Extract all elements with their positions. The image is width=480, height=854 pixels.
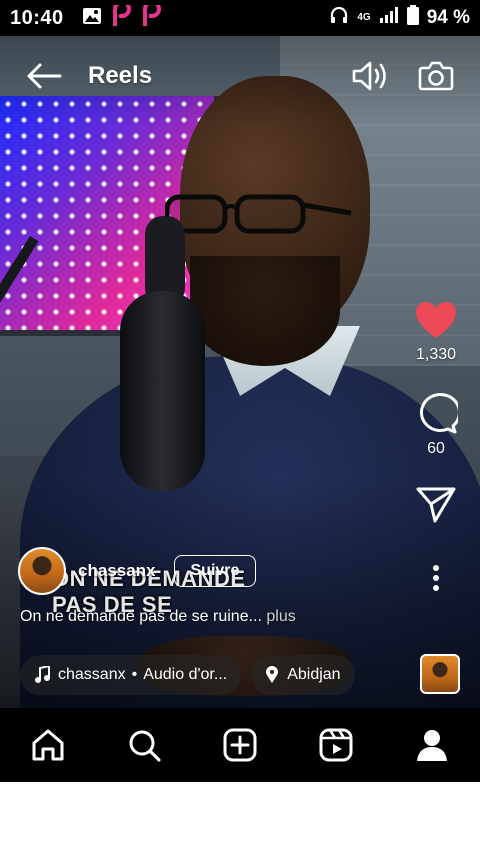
nav-profile[interactable] xyxy=(408,721,456,769)
audio-thumbnail[interactable] xyxy=(420,654,460,694)
author-row: chassanx Suivre xyxy=(18,546,257,596)
caption-text: On ne demande pas de se ruine... xyxy=(20,608,262,625)
send-icon[interactable] xyxy=(415,486,457,524)
battery-icon xyxy=(406,5,419,31)
more-vertical-icon xyxy=(433,565,439,591)
location-pin-icon xyxy=(266,666,279,683)
more-options[interactable] xyxy=(431,564,441,592)
bottom-nav xyxy=(0,708,480,782)
picsart-icon-2 xyxy=(142,0,162,32)
nav-home[interactable] xyxy=(24,721,72,769)
caption[interactable]: On ne demande pas de se ruine... plus xyxy=(20,608,296,626)
username[interactable]: chassanx xyxy=(78,561,156,581)
speaker-icon xyxy=(352,61,386,91)
audio-user: chassanx xyxy=(58,666,126,683)
comment-icon[interactable] xyxy=(414,392,458,434)
microphone xyxy=(120,291,205,491)
reels-icon xyxy=(319,728,353,762)
audio-location-row: chassanx • Audio d'or... Abidjan xyxy=(20,655,355,695)
headphones-icon xyxy=(329,5,349,31)
music-note-icon xyxy=(35,666,50,683)
nav-create[interactable] xyxy=(216,721,264,769)
signal-icon xyxy=(379,6,399,30)
heart-icon[interactable] xyxy=(414,300,458,340)
glasses xyxy=(165,194,352,234)
reels-header: Reels xyxy=(0,44,480,108)
avatar[interactable] xyxy=(18,547,66,595)
picsart-icon xyxy=(112,0,132,32)
home-icon xyxy=(32,729,64,761)
gallery-icon xyxy=(82,7,102,30)
camera-icon xyxy=(418,61,454,91)
search-icon xyxy=(129,730,161,762)
comment-action: 60 xyxy=(414,392,458,458)
caption-more[interactable]: plus xyxy=(262,608,295,625)
sound-button[interactable] xyxy=(350,56,390,96)
person-beard xyxy=(190,256,340,366)
status-time: 10:40 xyxy=(10,6,64,29)
arrow-left-icon xyxy=(27,63,62,89)
audio-pill[interactable]: chassanx • Audio d'or... xyxy=(20,655,242,695)
network-type: 4G xyxy=(357,12,371,23)
reel-actions: 1,330 60 xyxy=(408,300,464,592)
camera-button[interactable] xyxy=(416,56,456,96)
like-action: 1,330 xyxy=(414,300,458,364)
page-title: Reels xyxy=(88,62,153,89)
status-bar: 10:40 4G 94 % xyxy=(0,0,480,36)
reels-screen: 10:40 4G 94 % Reels 1,330 60 ON NE DEMAN… xyxy=(0,0,480,854)
notification-icons xyxy=(82,0,162,32)
audio-separator: • xyxy=(131,666,138,683)
back-button[interactable] xyxy=(24,56,64,96)
battery-level: 94 % xyxy=(426,7,470,28)
location-pill[interactable]: Abidjan xyxy=(251,655,355,695)
comment-count[interactable]: 60 xyxy=(427,440,445,458)
audio-title: Audio d'or... xyxy=(143,666,228,683)
nav-search[interactable] xyxy=(120,721,168,769)
profile-icon xyxy=(417,730,447,761)
like-count[interactable]: 1,330 xyxy=(416,346,456,364)
share-action xyxy=(415,486,457,524)
status-right: 4G 94 % xyxy=(329,5,470,31)
follow-button[interactable]: Suivre xyxy=(173,555,257,587)
nav-reels[interactable] xyxy=(312,721,360,769)
location-name: Abidjan xyxy=(287,666,341,683)
add-post-icon xyxy=(223,728,257,762)
